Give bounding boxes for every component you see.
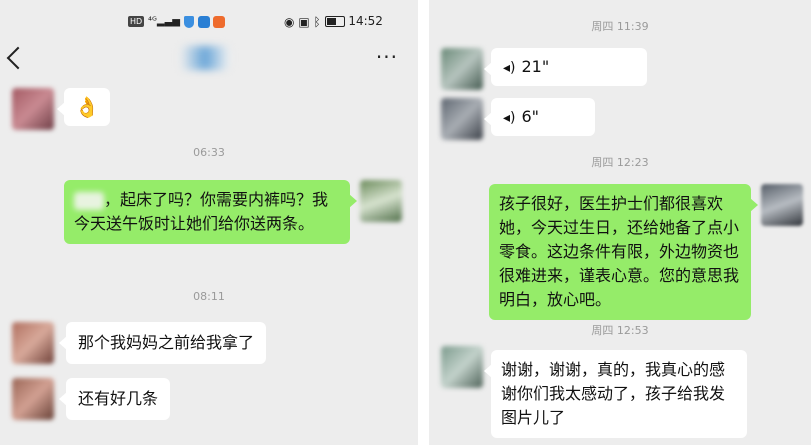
received-message-bubble[interactable]: 还有好几条	[58, 378, 171, 420]
message-text: 谢谢，谢谢，真的，我真心的感谢你们我太感动了，孩子给我发图片儿了	[501, 360, 726, 427]
timestamp: 周四 12:53	[591, 324, 649, 337]
bluetooth-icon: ᛒ	[313, 14, 321, 29]
timestamp: 06:33	[193, 146, 225, 159]
app-icon-2	[213, 15, 226, 28]
received-message-bubble[interactable]: 那个我妈妈之前给我拿了	[58, 322, 267, 364]
status-icons: HD ⁴ᴳ▂▃▅	[128, 14, 226, 28]
my-avatar[interactable]	[360, 180, 402, 222]
avatar[interactable]	[441, 48, 483, 90]
message-text: 那个我妈妈之前给我拿了	[78, 333, 255, 352]
status-time: 14:52	[348, 14, 383, 28]
eye-icon: ◉	[284, 14, 295, 29]
more-icon[interactable]: ···	[376, 47, 398, 67]
status-right: ◉ ▣ ᛒ 14:52	[284, 14, 383, 29]
emoji-bubble[interactable]: 👌	[57, 88, 110, 126]
voice-icon: ◂)	[503, 60, 516, 76]
contact-name-blurred	[180, 46, 230, 70]
received-message-bubble[interactable]: 谢谢，谢谢，真的，我真心的感谢你们我太感动了，孩子给我发图片儿了	[484, 350, 747, 438]
hd-icon: HD	[128, 16, 145, 27]
avatar[interactable]	[441, 98, 483, 140]
blurred-name	[74, 191, 104, 210]
left-chat-panel: HD ⁴ᴳ▂▃▅ ◉ ▣ ᛒ 14:52 ··· 👌 06:33 ，起床了吗？你…	[0, 0, 418, 445]
voice-duration: 21"	[521, 57, 550, 76]
voice-message-bubble[interactable]: ◂) 21"	[484, 48, 647, 86]
avatar[interactable]	[12, 378, 54, 420]
timestamp: 周四 11:39	[591, 20, 649, 33]
timestamp: 周四 12:23	[591, 156, 649, 169]
my-avatar[interactable]	[761, 184, 803, 226]
message-text: 还有好几条	[78, 389, 159, 408]
app-icon	[197, 15, 210, 28]
message-text: ，起床了吗？你需要内裤吗？我今天送午饭时让她们给你送两条。	[74, 190, 329, 233]
voice-message-bubble[interactable]: ◂) 6"	[484, 98, 595, 136]
avatar[interactable]	[12, 88, 54, 130]
shield-icon	[183, 15, 194, 28]
avatar[interactable]	[441, 346, 483, 388]
voice-icon: ◂)	[503, 110, 516, 126]
avatar[interactable]	[12, 322, 54, 364]
timestamp: 08:11	[193, 290, 225, 303]
back-icon[interactable]	[6, 46, 30, 70]
voice-duration: 6"	[521, 107, 540, 126]
ok-hand-emoji: 👌	[74, 95, 100, 119]
signal-icon: ⁴ᴳ▂▃▅	[148, 16, 180, 27]
battery-icon	[324, 16, 345, 27]
nfc-icon: ▣	[298, 14, 310, 29]
right-chat-panel: 周四 11:39 ◂) 21" ◂) 6" 周四 12:23 孩子很好，医生护士们都…	[429, 0, 811, 445]
message-text: 孩子很好，医生护士们都很喜欢她，今天过生日，还给她备了点小零食。这边条件有限，外…	[499, 194, 740, 309]
sent-message-bubble[interactable]: 孩子很好，医生护士们都很喜欢她，今天过生日，还给她备了点小零食。这边条件有限，外…	[489, 184, 758, 320]
sent-message-bubble[interactable]: ，起床了吗？你需要内裤吗？我今天送午饭时让她们给你送两条。	[64, 180, 357, 244]
